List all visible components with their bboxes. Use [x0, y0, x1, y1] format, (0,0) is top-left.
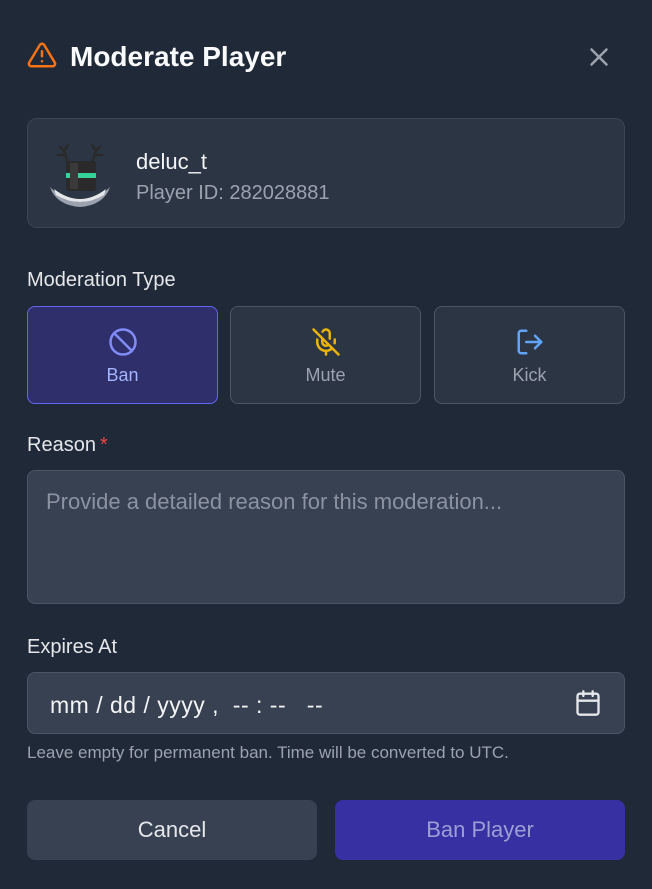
- moderation-type-mute-button[interactable]: Mute: [230, 306, 421, 404]
- ban-player-button[interactable]: Ban Player: [335, 800, 625, 860]
- moderation-type-kick-button[interactable]: Kick: [434, 306, 625, 404]
- mute-label: Mute: [305, 365, 346, 385]
- ban-label: Ban: [106, 365, 139, 385]
- required-mark: *: [99, 434, 108, 456]
- reason-label: Reason *: [27, 433, 108, 457]
- expires-at-datetime-input[interactable]: mm / dd / yyyy , -- : -- --: [27, 672, 625, 734]
- player-avatar: [50, 143, 110, 207]
- expires-hint: Leave empty for permanent ban. Time will…: [27, 743, 509, 762]
- close-icon[interactable]: [584, 42, 614, 72]
- cancel-button[interactable]: Cancel: [27, 800, 317, 860]
- reason-label-text: Reason: [27, 434, 96, 456]
- moderation-type-ban-button[interactable]: Ban: [27, 306, 218, 404]
- dialog-title: Moderate Player: [70, 41, 287, 72]
- logout-icon: [517, 329, 543, 355]
- expires-at-label: Expires At: [27, 636, 118, 658]
- moderate-player-dialog: Moderate Player deluc_t Player ID: 28202…: [0, 0, 652, 889]
- calendar-icon[interactable]: [574, 689, 602, 717]
- datetime-value: mm / dd / yyyy , -- : -- --: [50, 692, 324, 718]
- player-id: Player ID: 282028881: [136, 182, 330, 204]
- dialog-header: Moderate Player: [27, 36, 625, 80]
- moderation-type-label: Moderation Type: [27, 269, 176, 291]
- reason-textarea[interactable]: [27, 470, 625, 604]
- kick-label: Kick: [512, 365, 547, 385]
- player-card: deluc_t Player ID: 282028881: [27, 118, 625, 228]
- player-name: deluc_t: [136, 149, 207, 174]
- ban-icon: [109, 328, 137, 356]
- mic-off-icon: [312, 328, 340, 356]
- warning-triangle-icon: [27, 42, 57, 68]
